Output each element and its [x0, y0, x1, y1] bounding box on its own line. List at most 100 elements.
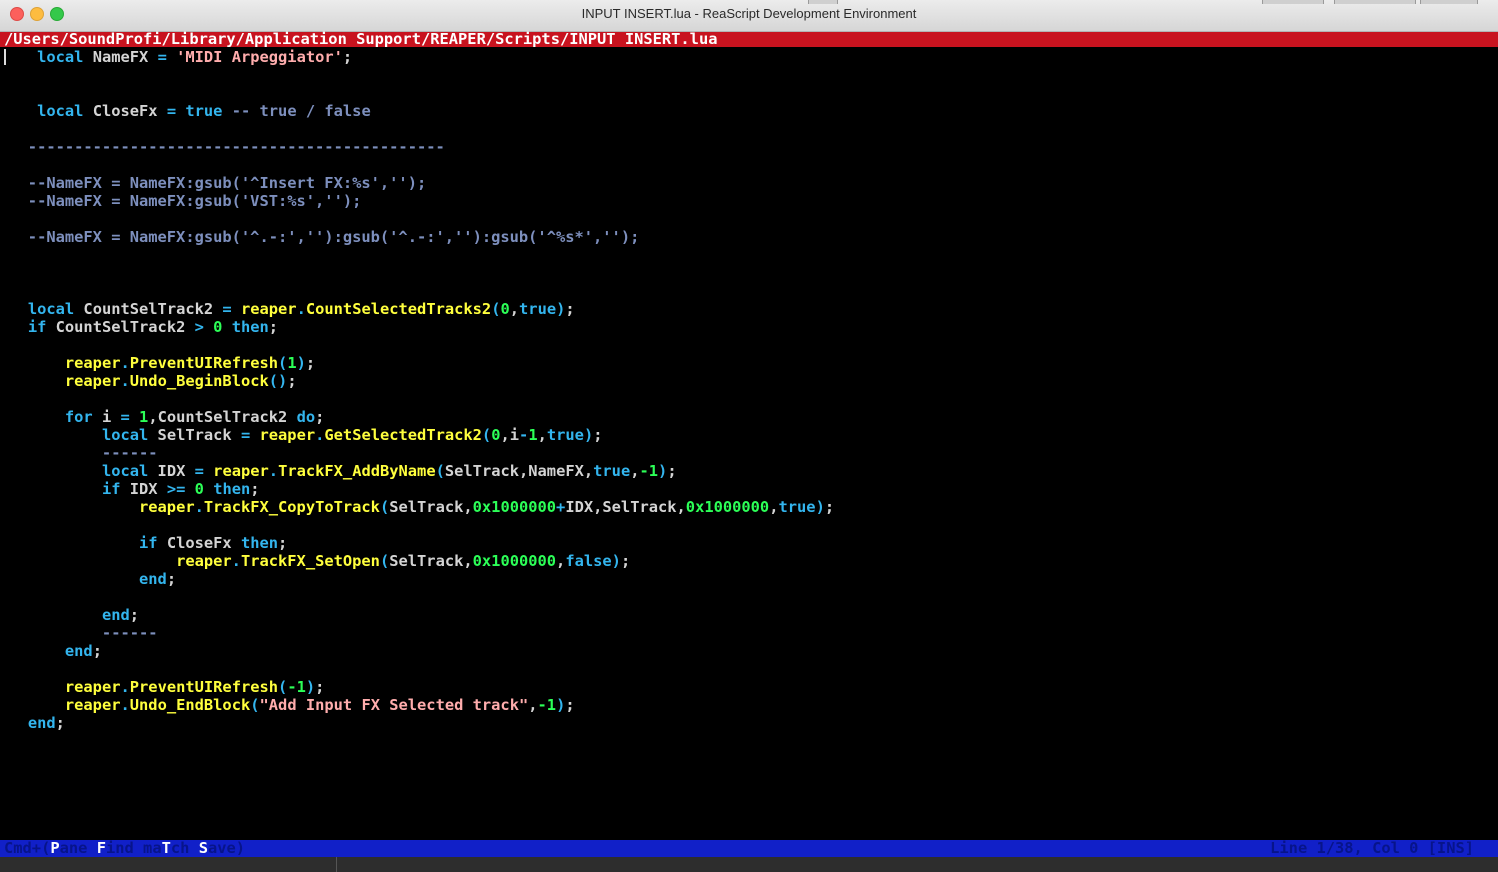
- code-token: --NameFX = NameFX:gsub('VST:%s','');: [0, 192, 362, 210]
- code-line[interactable]: reaper.PreventUIRefresh(1);: [0, 354, 315, 372]
- code-token: local: [37, 48, 84, 66]
- code-token: ;: [620, 552, 631, 570]
- code-token: 1: [129, 408, 149, 426]
- file-path: /Users/SoundProfi/Library/Application Su…: [4, 30, 718, 48]
- code-line[interactable]: --NameFX = NameFX:gsub('^Insert FX:%s','…: [0, 174, 426, 192]
- code-token: -1: [537, 696, 557, 714]
- code-token: =: [120, 408, 130, 426]
- background-window-tab: [1262, 0, 1324, 4]
- code-token: then: [222, 318, 269, 336]
- code-line[interactable]: local SelTrack = reaper.GetSelectedTrack…: [0, 426, 603, 444]
- code-token: (: [250, 696, 260, 714]
- shortcut-key: S: [198, 839, 208, 857]
- code-line[interactable]: if CloseFx then;: [0, 534, 287, 552]
- code-line[interactable]: end;: [0, 570, 176, 588]
- code-token: 0: [185, 480, 204, 498]
- code-token: ;: [278, 534, 288, 552]
- code-token: ): [556, 696, 566, 714]
- code-token: ;: [315, 408, 325, 426]
- code-token: ------: [0, 624, 158, 642]
- shortcut-hint: Cmd+(Pane Find maTch Save): [4, 840, 245, 857]
- code-token: ,: [556, 552, 566, 570]
- code-token: ,: [630, 462, 640, 480]
- code-token: end: [101, 606, 130, 624]
- code-line[interactable]: local IDX = reaper.TrackFX_AddByName(Sel…: [0, 462, 677, 480]
- code-line[interactable]: ------: [0, 444, 158, 462]
- code-token: (: [435, 462, 445, 480]
- code-token: SelTrack,: [389, 552, 473, 570]
- shortcut-text: Cmd+(: [4, 839, 51, 857]
- shortcut-key: T: [161, 839, 171, 857]
- code-token: -1: [287, 678, 306, 696]
- code-line[interactable]: reaper.Undo_EndBlock("Add Input FX Selec…: [0, 696, 575, 714]
- code-token: 0: [203, 318, 223, 336]
- code-token: +: [556, 498, 566, 516]
- code-token: reaper: [64, 354, 121, 372]
- status-bar: Cmd+(Pane Find maTch Save) Line 1/38, Co…: [0, 840, 1498, 857]
- code-token: reaper: [64, 696, 121, 714]
- code-editor[interactable]: local NameFX = 'MIDI Arpeggiator'; local…: [0, 48, 1498, 838]
- code-line[interactable]: local CountSelTrack2 = reaper.CountSelec…: [0, 300, 575, 318]
- code-token: ): [305, 678, 316, 696]
- code-line[interactable]: if IDX >= 0 then;: [0, 480, 260, 498]
- code-line[interactable]: if CountSelTrack2 > 0 then;: [0, 318, 278, 336]
- code-token: 0x1000000: [472, 552, 557, 570]
- code-token: CountSelTrack2: [46, 318, 195, 336]
- code-token: ): [658, 462, 668, 480]
- code-token: 1: [528, 426, 538, 444]
- code-token: reaper: [64, 678, 121, 696]
- code-line[interactable]: end;: [0, 642, 102, 660]
- code-line[interactable]: local NameFX = 'MIDI Arpeggiator';: [0, 48, 352, 66]
- code-token: if: [101, 480, 121, 498]
- code-token: true: [778, 498, 816, 516]
- code-line[interactable]: reaper.TrackFX_SetOpen(SelTrack,0x100000…: [0, 552, 630, 570]
- code-token: local: [101, 426, 149, 444]
- code-token: Undo_BeginBlock: [129, 372, 269, 390]
- code-token: "Add Input FX Selected track": [259, 696, 529, 714]
- code-token: reaper: [64, 372, 121, 390]
- code-token: Undo_EndBlock: [129, 696, 251, 714]
- code-token: ;: [824, 498, 835, 516]
- code-token: IDX: [120, 480, 167, 498]
- code-line[interactable]: ----------------------------------------…: [0, 138, 445, 156]
- code-token: if: [139, 534, 158, 552]
- code-line[interactable]: ------: [0, 624, 158, 642]
- code-token: ;: [565, 300, 575, 318]
- code-line[interactable]: reaper.TrackFX_CopyToTrack(SelTrack,0x10…: [0, 498, 834, 516]
- code-token: ;: [305, 354, 316, 372]
- code-token: reaper: [176, 552, 232, 570]
- code-line[interactable]: reaper.Undo_BeginBlock();: [0, 372, 297, 390]
- code-token: TrackFX_CopyToTrack: [203, 498, 380, 516]
- code-token: i: [92, 408, 121, 426]
- text-cursor: [4, 49, 6, 65]
- code-token: PreventUIRefresh: [129, 678, 279, 696]
- code-token: -: [519, 426, 529, 444]
- code-token: CountSelTrack2: [74, 300, 223, 318]
- code-line[interactable]: for i = 1,CountSelTrack2 do;: [0, 408, 325, 426]
- code-token: ;: [166, 570, 177, 588]
- code-token: true: [176, 102, 223, 120]
- code-line[interactable]: reaper.PreventUIRefresh(-1);: [0, 678, 325, 696]
- code-token: (: [379, 552, 390, 570]
- code-token: GetSelectedTrack2: [324, 426, 482, 444]
- code-token: ;: [315, 678, 325, 696]
- code-token: ;: [250, 480, 260, 498]
- code-token: ;: [268, 318, 279, 336]
- code-line[interactable]: --NameFX = NameFX:gsub('VST:%s','');: [0, 192, 362, 210]
- code-line[interactable]: --NameFX = NameFX:gsub('^.-:',''):gsub('…: [0, 228, 640, 246]
- code-line[interactable]: end;: [0, 714, 65, 732]
- code-line[interactable]: end;: [0, 606, 139, 624]
- code-token: local: [101, 462, 149, 480]
- code-token: reaper: [250, 426, 316, 444]
- code-line[interactable]: local CloseFx = true -- true / false: [0, 102, 371, 120]
- code-token: ;: [92, 642, 102, 660]
- code-token: =: [222, 300, 232, 318]
- code-token: IDX: [148, 462, 195, 480]
